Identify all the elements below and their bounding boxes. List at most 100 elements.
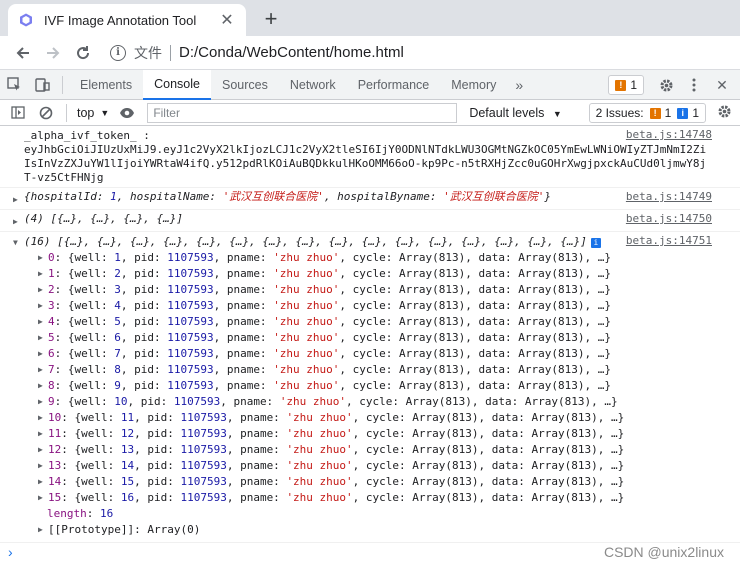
expand-triangle-icon[interactable]: ▶ [13, 193, 18, 207]
source-link[interactable]: beta.js:14749 [626, 190, 712, 204]
more-tabs-chevron[interactable]: » [507, 77, 531, 93]
info-square-icon: i [677, 107, 689, 119]
info-square-icon[interactable]: i [590, 238, 601, 248]
issues-button[interactable]: 2 Issues: ! 1 i 1 [588, 103, 706, 123]
browser-tabstrip: IVF Image Annotation Tool ✕ + [0, 0, 740, 36]
array-entry[interactable]: ▶ 14: {well: 15, pid: 1107593, pname: 'zh… [24, 474, 740, 490]
console-message-array16[interactable]: ▼ (16) [{…}, {…}, {…}, {…}, {…}, {…}, {…… [0, 232, 740, 543]
array16-entries: ▶ 0: {well: 1, pid: 1107593, pname: 'zhu … [24, 250, 740, 506]
context-selector[interactable]: top ▼ [73, 106, 113, 120]
warnings-badge[interactable]: ! 1 [608, 75, 644, 95]
new-tab-button[interactable]: + [258, 6, 284, 32]
tab-title: IVF Image Annotation Tool [44, 12, 197, 28]
expand-triangle-icon[interactable]: ▶ [38, 458, 43, 474]
expand-triangle-icon[interactable]: ▶ [38, 298, 43, 314]
prototype-entry[interactable]: ▶ [[Prototype]]: Array(0) [24, 522, 740, 538]
expand-triangle-icon[interactable]: ▶ [38, 378, 43, 394]
console-message-array4[interactable]: ▶ (4) [{…}, {…}, {…}, {…}] beta.js:14750 [0, 210, 740, 232]
expand-triangle-icon[interactable]: ▶ [38, 490, 43, 506]
warning-icon: ! [649, 107, 661, 119]
browser-toolbar: i 文件 D:/Conda/WebContent/home.html [0, 36, 740, 70]
kebab-menu-icon[interactable] [680, 71, 708, 99]
inspect-element-icon[interactable] [0, 71, 28, 99]
array-entry[interactable]: ▶ 6: {well: 7, pid: 1107593, pname: 'zhu … [24, 346, 740, 362]
array-entry[interactable]: ▶ 2: {well: 3, pid: 1107593, pname: 'zhu … [24, 282, 740, 298]
warning-count: 1 [630, 78, 637, 92]
file-scheme-label: 文件 [134, 44, 162, 61]
tab-elements[interactable]: Elements [69, 70, 143, 100]
url-text[interactable]: D:/Conda/WebContent/home.html [179, 44, 404, 61]
tab-close-icon[interactable]: ✕ [218, 11, 236, 29]
console-message-token: _alpha_ivf_token_ : eyJhbGciOiJIUzUxMiJ9… [0, 126, 740, 188]
sidebar-toggle-icon[interactable] [4, 99, 32, 127]
expand-triangle-icon[interactable]: ▶ [13, 215, 18, 229]
array-entry[interactable]: ▶ 0: {well: 1, pid: 1107593, pname: 'zhu … [24, 250, 740, 266]
hospital-object: {hospitalId: 1, hospitalName: '武汉互创联合医院'… [24, 190, 552, 203]
array-entry[interactable]: ▶ 5: {well: 6, pid: 1107593, pname: 'zhu … [24, 330, 740, 346]
log-levels-dropdown[interactable]: Default levels ▼ [469, 106, 561, 120]
array-entry[interactable]: ▶ 13: {well: 14, pid: 1107593, pname: 'zh… [24, 458, 740, 474]
divider [66, 103, 67, 122]
expand-triangle-icon[interactable]: ▶ [38, 346, 43, 362]
address-separator [170, 44, 171, 61]
expand-triangle-icon[interactable]: ▶ [38, 522, 43, 538]
array-entry[interactable]: ▶ 9: {well: 10, pid: 1107593, pname: 'zhu… [24, 394, 740, 410]
expand-triangle-icon[interactable]: ▶ [38, 474, 43, 490]
back-arrow-icon[interactable] [8, 38, 38, 68]
device-toolbar-icon[interactable] [28, 71, 56, 99]
expand-triangle-icon[interactable]: ▶ [38, 282, 43, 298]
array-entry[interactable]: ▶ 8: {well: 9, pid: 1107593, pname: 'zhu … [24, 378, 740, 394]
tab-console[interactable]: Console [143, 69, 211, 100]
close-devtools-icon[interactable]: ✕ [708, 71, 736, 99]
dropdown-arrow-icon: ▼ [100, 107, 110, 118]
source-link[interactable]: beta.js:14751 [626, 234, 712, 248]
array-entry[interactable]: ▶ 7: {well: 8, pid: 1107593, pname: 'zhu … [24, 362, 740, 378]
array-entry[interactable]: ▶ 1: {well: 2, pid: 1107593, pname: 'zhu … [24, 266, 740, 282]
warning-icon: ! [615, 79, 627, 91]
issues-warn-count: 1 [664, 106, 672, 120]
tab-memory[interactable]: Memory [440, 70, 507, 100]
settings-gear-icon[interactable] [652, 71, 680, 99]
source-link[interactable]: beta.js:14750 [626, 212, 712, 226]
console-output: _alpha_ivf_token_ : eyJhbGciOiJIUzUxMiJ9… [0, 126, 740, 543]
tab-network[interactable]: Network [279, 70, 347, 100]
collapse-triangle-icon[interactable]: ▼ [13, 235, 18, 251]
array-entry[interactable]: ▶ 11: {well: 12, pid: 1107593, pname: 'zh… [24, 426, 740, 442]
expand-triangle-icon[interactable]: ▶ [38, 250, 43, 266]
expand-triangle-icon[interactable]: ▶ [38, 266, 43, 282]
console-settings-gear-icon[interactable] [717, 104, 732, 123]
address-bar[interactable]: i 文件 D:/Conda/WebContent/home.html [104, 39, 732, 67]
divider [62, 75, 63, 94]
info-icon[interactable]: i [110, 44, 126, 61]
context-value: top [77, 105, 95, 120]
expand-triangle-icon[interactable]: ▶ [38, 362, 43, 378]
log-levels-label: Default levels [469, 105, 545, 120]
reload-icon[interactable] [68, 38, 98, 68]
browser-tab[interactable]: IVF Image Annotation Tool ✕ [8, 4, 246, 36]
source-link[interactable]: beta.js:14748 [626, 128, 712, 142]
array16-preview: (16) [{…}, {…}, {…}, {…}, {…}, {…}, {…},… [24, 235, 587, 248]
tab-performance[interactable]: Performance [347, 70, 441, 100]
length-entry: length: 16 [47, 507, 114, 520]
filter-input[interactable]: Filter [147, 102, 458, 123]
expand-triangle-icon[interactable]: ▶ [38, 330, 43, 346]
tab-sources[interactable]: Sources [211, 70, 279, 100]
console-message-hospital[interactable]: ▶ {hospitalId: 1, hospitalName: '武汉互创联合医… [0, 188, 740, 210]
expand-triangle-icon[interactable]: ▶ [38, 410, 43, 426]
clear-console-icon[interactable] [32, 99, 60, 127]
array-entry[interactable]: ▶ 3: {well: 4, pid: 1107593, pname: 'zhu … [24, 298, 740, 314]
expand-triangle-icon[interactable]: ▶ [38, 394, 43, 410]
console-prompt-icon[interactable]: › [8, 544, 13, 560]
forward-arrow-icon[interactable] [38, 38, 68, 68]
issues-info-count: 1 [692, 106, 699, 120]
dropdown-arrow-icon: ▼ [552, 108, 562, 119]
array-entry[interactable]: ▶ 4: {well: 5, pid: 1107593, pname: 'zhu … [24, 314, 740, 330]
expand-triangle-icon[interactable]: ▶ [38, 426, 43, 442]
console-toolbar: top ▼ Filter Default levels ▼ 2 Issues: … [0, 100, 740, 126]
live-expression-eye-icon[interactable] [113, 99, 141, 127]
expand-triangle-icon[interactable]: ▶ [38, 314, 43, 330]
array-entry[interactable]: ▶ 10: {well: 11, pid: 1107593, pname: 'zh… [24, 410, 740, 426]
array-entry[interactable]: ▶ 12: {well: 13, pid: 1107593, pname: 'zh… [24, 442, 740, 458]
expand-triangle-icon[interactable]: ▶ [38, 442, 43, 458]
array-entry[interactable]: ▶ 15: {well: 16, pid: 1107593, pname: 'zh… [24, 490, 740, 506]
